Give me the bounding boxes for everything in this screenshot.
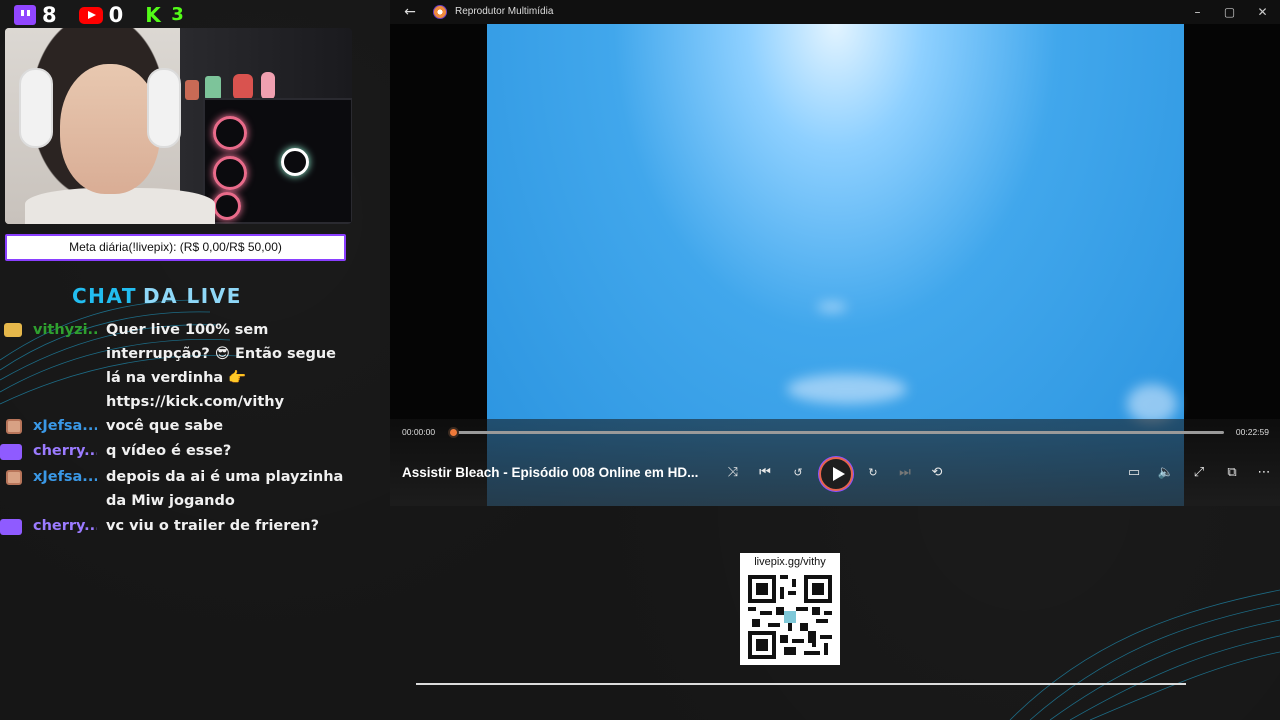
divider-line xyxy=(416,683,1186,685)
chat-message: xJefsa... depois da ai é uma playzinha d… xyxy=(0,465,370,514)
seek-bar[interactable] xyxy=(448,427,1224,438)
player-controls: 00:00:00 00:22:59 Assistir Bleach - Epis… xyxy=(390,419,1280,506)
rewind-10-icon[interactable]: ↺ xyxy=(787,462,809,484)
donation-goal-bar: Meta diária(!livepix): (R$ 0,00/R$ 50,00… xyxy=(5,234,346,261)
crown-badge-icon xyxy=(4,323,22,337)
back-arrow-icon[interactable]: ← xyxy=(402,4,418,20)
seek-thumb[interactable] xyxy=(448,427,459,438)
chat-title-part2: DA LIVE xyxy=(142,284,242,308)
chat-text: vc viu o trailer de frieren? xyxy=(106,518,319,534)
minimize-button[interactable]: – xyxy=(1180,0,1215,24)
player-titlebar: ← Reprodutor Multimídia – ▢ ✕ xyxy=(390,0,1280,24)
chat-username: xJefsa... xyxy=(33,469,97,485)
shuffle-icon[interactable]: ⤨ xyxy=(722,462,744,484)
mini-player-icon[interactable]: ⧉ xyxy=(1221,462,1243,484)
chat-text: Quer live 100% sem interrupção? 😎 Então … xyxy=(106,322,336,410)
maximize-button[interactable]: ▢ xyxy=(1212,0,1247,24)
headphone-left xyxy=(19,68,53,148)
kick-icon: K xyxy=(145,3,161,27)
livepix-qr-card: livepix.gg/vithy xyxy=(740,553,840,665)
video-title: Assistir Bleach - Episódio 008 Online em… xyxy=(402,465,699,480)
gift-badge-icon xyxy=(6,419,22,434)
total-time: 00:22:59 xyxy=(1235,427,1269,437)
qr-code-image xyxy=(748,575,832,659)
window-title: Reprodutor Multimídia xyxy=(455,6,554,17)
chat-text: você que sabe xyxy=(106,418,224,434)
subscriber-badge-icon xyxy=(0,519,22,535)
media-player-app-icon xyxy=(433,5,447,19)
repeat-off-icon[interactable]: ⟲ xyxy=(926,462,948,484)
chat-title-part1: CHAT xyxy=(72,284,137,308)
chat-message: vithyzi... Quer live 100% sem interrupçã… xyxy=(0,318,370,414)
viewer-counters: 8 0 K 3 xyxy=(14,4,184,26)
previous-track-icon[interactable]: ⏮ xyxy=(754,462,776,484)
twitch-counter: 8 xyxy=(14,4,57,26)
chat-username: vithyzi... xyxy=(33,322,97,338)
chat-username: xJefsa... xyxy=(33,418,97,434)
chat-text: q vídeo é esse? xyxy=(106,443,232,459)
volume-icon[interactable]: 🔈 xyxy=(1155,462,1177,484)
chat-message: cherry... vc viu o trailer de frieren? xyxy=(0,514,370,539)
webcam-pc-case xyxy=(203,98,352,224)
gift-badge-icon xyxy=(6,470,22,485)
headphone-right xyxy=(147,68,181,148)
webcam-feed xyxy=(5,28,352,224)
chat-title: CHAT DA LIVE xyxy=(72,284,242,308)
kick-counter: K 3 xyxy=(145,4,184,26)
chat-message: xJefsa... você que sabe xyxy=(0,414,370,439)
subtitles-icon[interactable]: ▭ xyxy=(1123,462,1145,484)
next-track-icon[interactable]: ⏭ xyxy=(894,462,916,484)
chat-username: cherry... xyxy=(33,518,97,534)
fullscreen-icon[interactable]: ⤢ xyxy=(1188,462,1210,484)
play-button[interactable] xyxy=(819,457,853,491)
youtube-icon xyxy=(78,6,103,24)
chat-list: vithyzi... Quer live 100% sem interrupçã… xyxy=(0,318,370,539)
media-player-window: ← Reprodutor Multimídia – ▢ ✕ 00:00:00 0… xyxy=(390,0,1280,506)
chat-username: cherry... xyxy=(33,443,97,459)
forward-30-icon[interactable]: ↻ xyxy=(862,462,884,484)
qr-label: livepix.gg/vithy xyxy=(754,556,826,568)
youtube-count: 0 xyxy=(108,3,124,27)
twitch-count: 8 xyxy=(42,3,57,27)
webcam-person-face xyxy=(60,64,160,194)
youtube-counter: 0 xyxy=(78,3,124,27)
chat-message: cherry... q vídeo é esse? xyxy=(0,439,370,465)
current-time: 00:00:00 xyxy=(402,427,436,437)
close-button[interactable]: ✕ xyxy=(1245,0,1280,24)
kick-count: 3 xyxy=(171,4,184,25)
chat-text: depois da ai é uma playzinha da Miw joga… xyxy=(106,469,344,509)
more-options-icon[interactable]: ⋯ xyxy=(1253,462,1275,484)
subscriber-badge-icon xyxy=(0,444,22,460)
twitch-icon xyxy=(14,5,36,25)
